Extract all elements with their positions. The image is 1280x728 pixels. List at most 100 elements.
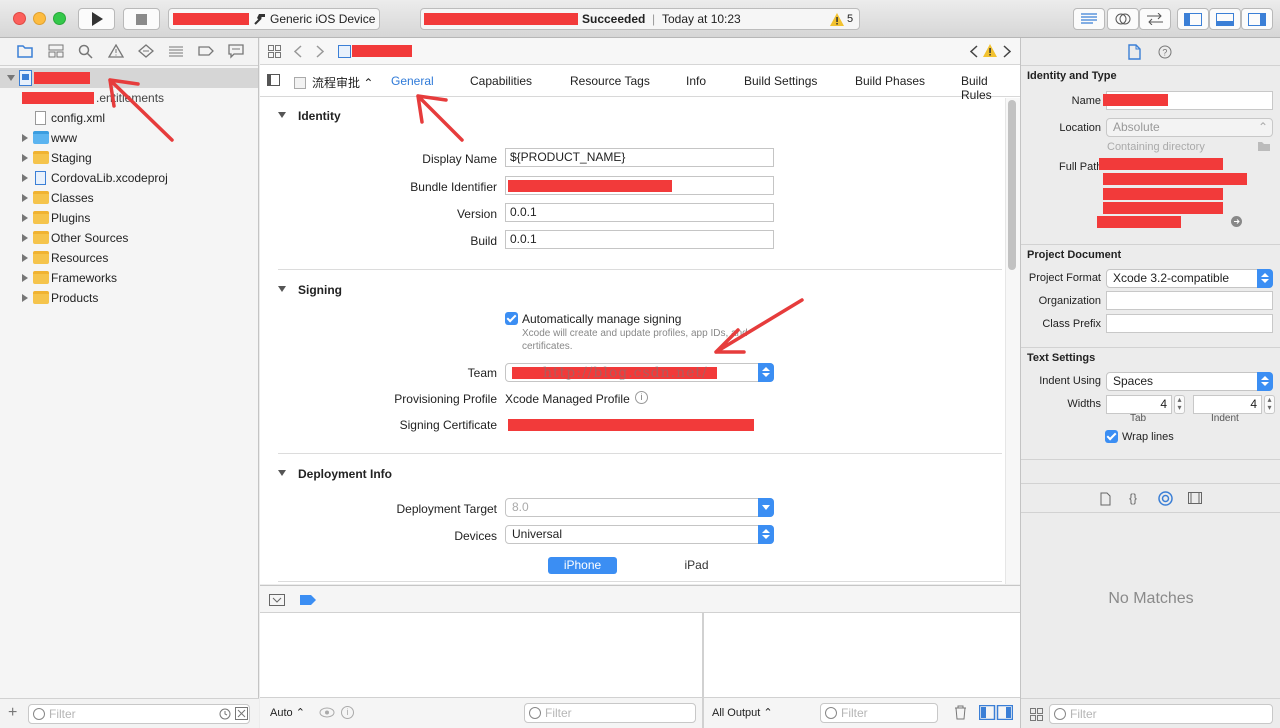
scheme-selector[interactable]: Generic iOS Device (168, 8, 380, 30)
segment-iphone[interactable]: iPhone (548, 557, 617, 574)
class-prefix-field[interactable] (1106, 314, 1273, 333)
toggle-navigator-button[interactable] (1177, 8, 1209, 30)
navigator-item[interactable]: Staging (0, 148, 258, 168)
media-library-icon[interactable] (1188, 492, 1202, 504)
project-root-row[interactable] (0, 68, 258, 88)
navigator-item[interactable]: Resources (0, 248, 258, 268)
tab-stepper[interactable]: ▴ ▾ (1174, 395, 1185, 414)
toggle-inspector-button[interactable] (1241, 8, 1273, 30)
related-items-icon[interactable] (268, 45, 281, 58)
show-targets-icon[interactable] (267, 74, 280, 86)
indent-stepper[interactable]: ▴ ▾ (1264, 395, 1275, 414)
info-icon[interactable]: i (635, 391, 648, 404)
file-template-icon[interactable] (1100, 492, 1111, 506)
grid-view-icon[interactable] (1030, 708, 1043, 721)
disclosure-icon[interactable] (22, 134, 28, 142)
breakpoint-navigator-icon[interactable] (198, 44, 214, 60)
forward-icon[interactable] (316, 45, 324, 58)
disclosure-icon[interactable] (22, 254, 28, 262)
location-popup[interactable]: Absolute ⌃ (1106, 118, 1273, 137)
run-button[interactable] (78, 8, 115, 30)
warning-icon[interactable] (983, 44, 997, 57)
identity-section-header[interactable]: Identity (278, 109, 341, 123)
file-inspector-icon[interactable] (1128, 44, 1141, 60)
library-filter[interactable]: Filter (1049, 704, 1273, 724)
organization-field[interactable] (1106, 291, 1273, 310)
back-icon[interactable] (294, 45, 302, 58)
segment-ipad[interactable]: iPad (662, 558, 731, 572)
deployment-section-header[interactable]: Deployment Info (277, 467, 392, 481)
deployment-target-combo[interactable]: 8.0 (505, 498, 774, 517)
disclosure-icon[interactable] (7, 75, 15, 81)
navigator-item[interactable]: Plugins (0, 208, 258, 228)
tab-capabilities[interactable]: Capabilities (470, 74, 532, 88)
auto-signing-checkbox[interactable] (505, 312, 518, 325)
folder-icon[interactable] (1257, 141, 1271, 152)
scm-filter-icon[interactable] (235, 707, 248, 720)
warning-icon[interactable] (830, 13, 844, 26)
trash-icon[interactable] (954, 705, 967, 720)
stop-button[interactable] (123, 8, 160, 30)
hide-debug-area-icon[interactable] (269, 594, 285, 606)
disclosure-icon[interactable] (22, 274, 28, 282)
version-editor-button[interactable] (1139, 8, 1171, 30)
disclosure-icon[interactable] (22, 154, 28, 162)
code-snippet-icon[interactable]: {} (1129, 491, 1137, 505)
clock-icon[interactable] (219, 708, 231, 720)
disclosure-icon[interactable] (22, 234, 28, 242)
build-field[interactable]: 0.0.1 (505, 230, 774, 249)
navigator-item[interactable]: config.xml (0, 108, 258, 128)
entitlements-row[interactable]: .entitlements (0, 88, 258, 108)
auto-selector[interactable]: Auto ⌃ (270, 706, 305, 719)
navigator-item[interactable]: Frameworks (0, 268, 258, 288)
reveal-arrow-icon[interactable] (1231, 216, 1242, 227)
assistant-editor-button[interactable] (1107, 8, 1139, 30)
toggle-debug-button[interactable] (1209, 8, 1241, 30)
test-navigator-icon[interactable] (138, 44, 154, 60)
navigator-item[interactable]: Products (0, 288, 258, 308)
report-navigator-icon[interactable] (228, 44, 244, 60)
disclosure-icon[interactable] (22, 194, 28, 202)
breakpoint-toggle-icon[interactable] (300, 595, 316, 605)
navigator-item[interactable]: Other Sources (0, 228, 258, 248)
quick-help-icon[interactable]: ? (1158, 45, 1172, 59)
tab-general[interactable]: General (391, 74, 434, 88)
tab-width-field[interactable]: 4 (1106, 395, 1172, 414)
next-issue-icon[interactable] (1003, 45, 1011, 58)
split-view-icon[interactable] (979, 705, 1013, 720)
navigator-item[interactable]: Classes (0, 188, 258, 208)
chevron-down-icon[interactable] (758, 498, 774, 517)
project-format-popup[interactable]: Xcode 3.2-compatible (1106, 269, 1273, 288)
search-icon[interactable] (78, 44, 94, 60)
object-library-icon[interactable] (1158, 491, 1173, 506)
symbol-navigator-icon[interactable] (48, 44, 64, 60)
wrap-lines-checkbox[interactable] (1105, 430, 1118, 443)
previous-issue-icon[interactable] (970, 45, 978, 58)
variables-filter[interactable]: Filter (524, 703, 696, 723)
add-icon[interactable]: + (8, 704, 17, 722)
scrollbar-thumb[interactable] (1008, 100, 1016, 270)
version-field[interactable]: 0.0.1 (505, 203, 774, 222)
disclosure-icon[interactable] (22, 214, 28, 222)
navigator-item[interactable]: CordovaLib.xcodeproj (0, 168, 258, 188)
issue-warning-icon[interactable] (108, 44, 124, 60)
devices-popup[interactable]: Universal (505, 525, 774, 544)
eye-icon[interactable] (319, 707, 335, 718)
navigator-filter[interactable]: Filter (28, 704, 250, 724)
debug-navigator-icon[interactable] (168, 44, 184, 60)
target-selector[interactable]: 流程审批 ⌃ (294, 74, 373, 91)
display-name-field[interactable]: ${PRODUCT_NAME} (505, 148, 774, 167)
bundle-identifier-field[interactable] (505, 176, 774, 195)
tab-build-settings[interactable]: Build Settings (744, 74, 817, 88)
info-icon[interactable]: i (341, 706, 354, 719)
tab-build-phases[interactable]: Build Phases (855, 74, 925, 88)
tab-resource-tags[interactable]: Resource Tags (570, 74, 650, 88)
disclosure-icon[interactable] (22, 294, 28, 302)
indent-width-field[interactable]: 4 (1193, 395, 1262, 414)
standard-editor-button[interactable] (1073, 8, 1105, 30)
output-selector[interactable]: All Output ⌃ (712, 706, 773, 719)
signing-section-header[interactable]: Signing (278, 283, 342, 297)
navigator-item[interactable]: www (0, 128, 258, 148)
disclosure-icon[interactable] (22, 174, 28, 182)
close-window-button[interactable] (13, 12, 26, 25)
